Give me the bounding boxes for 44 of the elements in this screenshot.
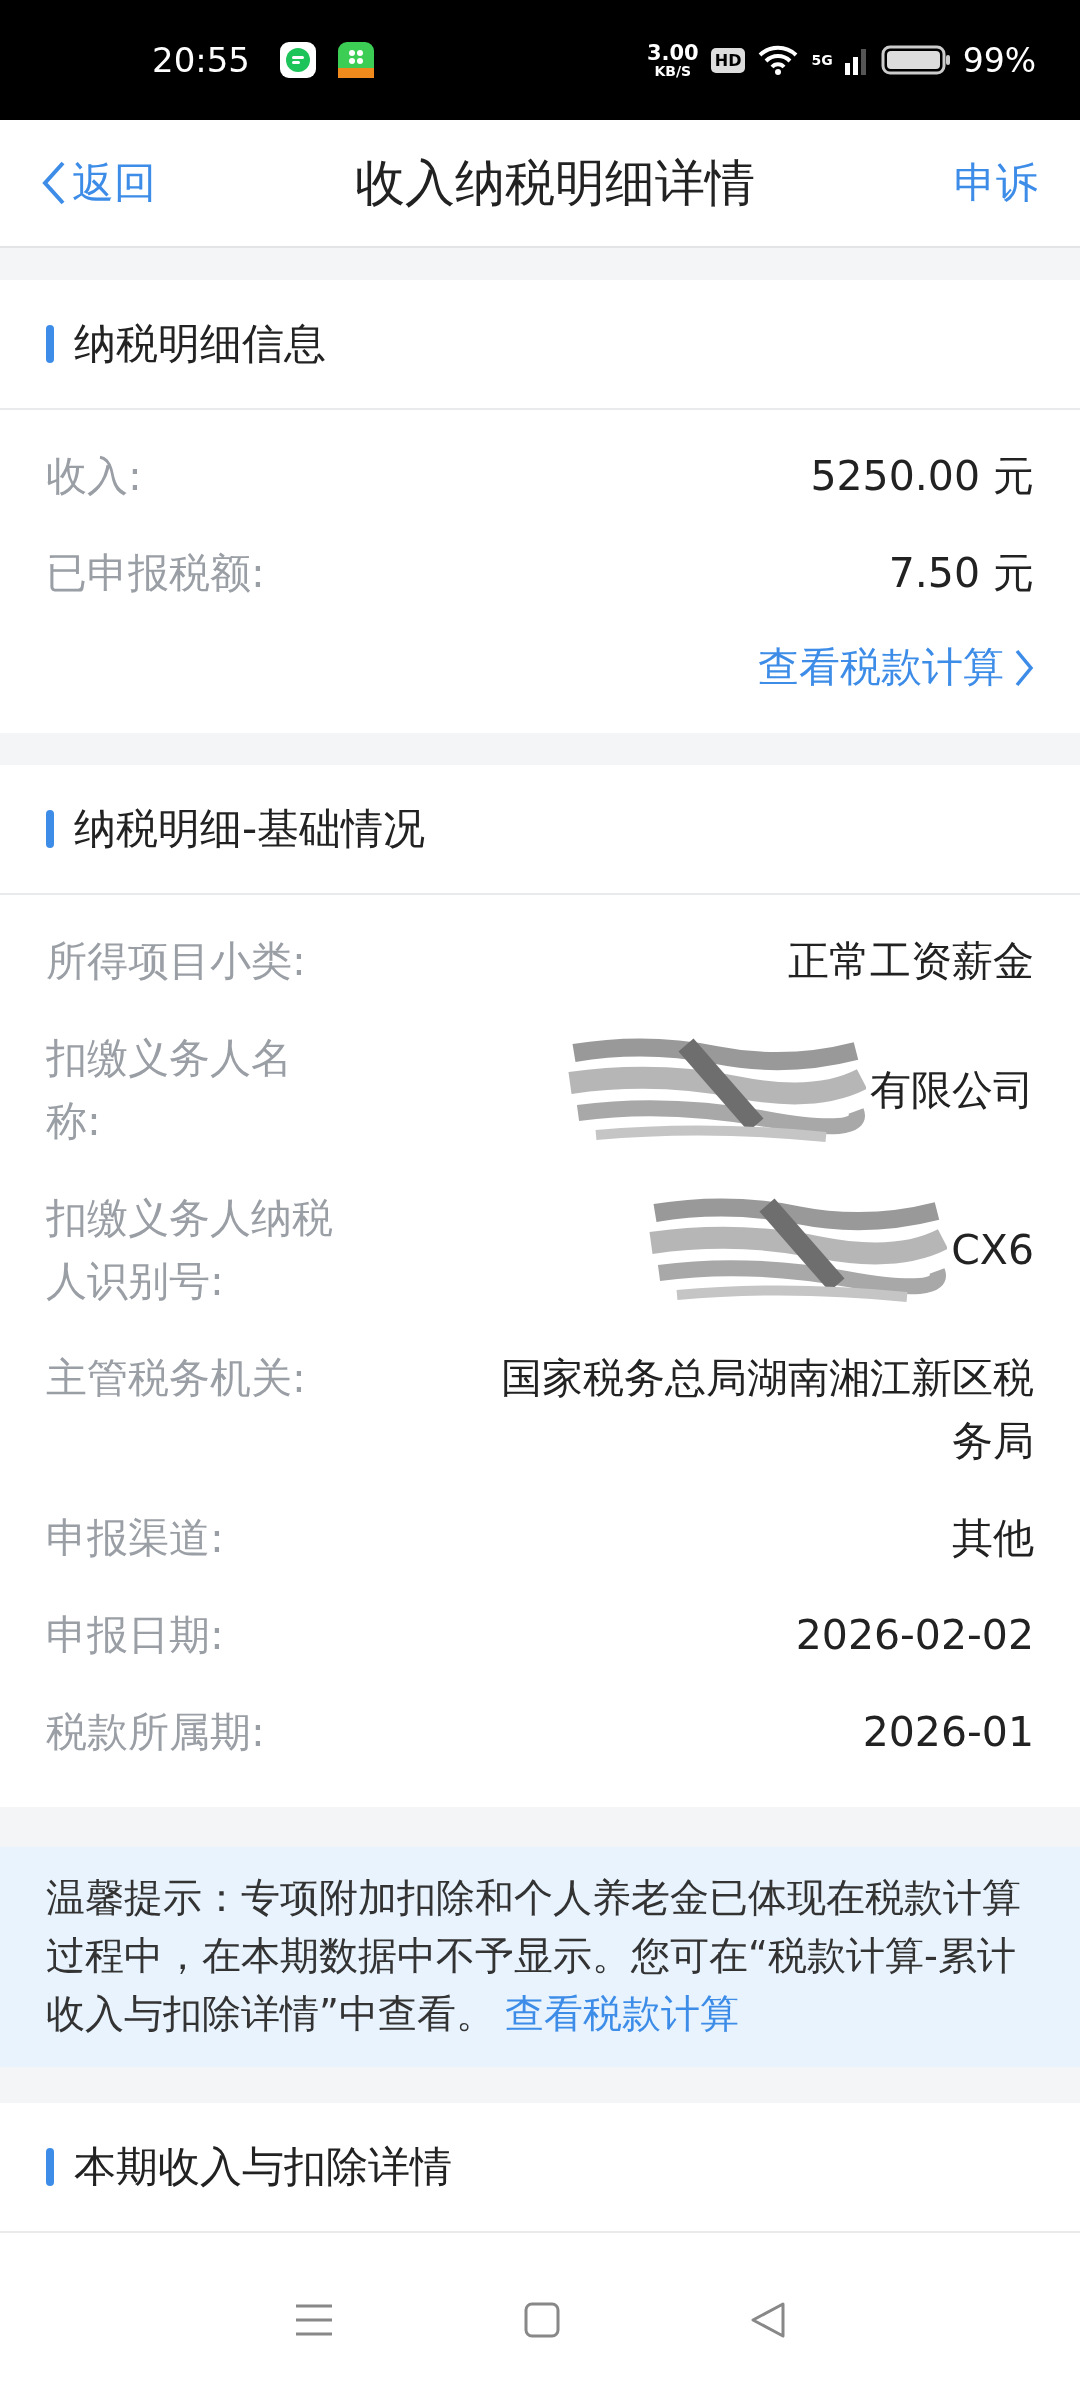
field-value: 5250.00 元 <box>810 451 1034 502</box>
field-value: 2026-01 <box>862 1707 1034 1758</box>
field-value: CX6 <box>951 1224 1034 1276</box>
field-value: 有限公司 <box>870 1064 1034 1116</box>
page-title: 收入纳税明细详情 <box>355 152 755 214</box>
back-button[interactable]: 返回 <box>42 155 156 211</box>
field-value: 7.50 元 <box>888 548 1034 599</box>
section-title: 本期收入与扣除详情 <box>74 2141 452 2193</box>
view-tax-calculation-link[interactable]: 查看税款计算 <box>504 1991 739 2036</box>
battery-icon <box>880 45 951 75</box>
field-label: 税款所属期: <box>46 1707 266 1758</box>
hd-badge: HD <box>710 47 746 73</box>
back-chevron-icon <box>42 161 66 205</box>
view-tax-calculation-link[interactable]: 查看税款计算 <box>758 640 1034 695</box>
battery-percentage: 99% <box>962 40 1036 80</box>
field-label: 扣缴义务人纳税人识别号: <box>46 1193 334 1307</box>
chat-app-icon <box>280 42 316 78</box>
appeal-button[interactable]: 申诉 <box>954 155 1038 211</box>
field-label: 收入: <box>46 451 143 502</box>
menu-icon[interactable] <box>294 2303 334 2337</box>
section-title: 纳税明细信息 <box>74 318 326 370</box>
field-label: 所得项目小类: <box>46 936 307 987</box>
section-accent-bar <box>46 810 54 848</box>
tip-text: 温馨提示：专项附加扣除和个人养老金已体现在税款计算过程中，在本期数据中不予显示。您可在“税款计算-累计收入与扣除详情”中查看。 查看税款计算 <box>46 1874 1022 2038</box>
field-label: 申报日期: <box>46 1610 225 1661</box>
field-value: 正常工资薪金 <box>788 936 1034 987</box>
back-icon[interactable] <box>750 2301 786 2339</box>
shopping-app-icon <box>338 42 374 78</box>
field-value: 其他 <box>952 1513 1034 1564</box>
clock-time: 20:55 <box>152 40 250 80</box>
wifi-icon <box>757 44 800 76</box>
field-label: 主管税务机关: <box>46 1353 307 1404</box>
field-label: 已申报税额: <box>46 548 266 599</box>
home-icon[interactable] <box>524 2302 560 2338</box>
network-speed: 3.00 KB/S <box>646 42 699 78</box>
section-accent-bar <box>46 2148 54 2186</box>
field-label: 申报渠道: <box>46 1513 225 1564</box>
section-title: 纳税明细-基础情况 <box>74 803 426 855</box>
network-type: 5G <box>811 52 833 68</box>
field-label: 扣缴义务人名称: <box>46 1033 293 1147</box>
chevron-right-icon <box>1014 647 1034 688</box>
field-value: 2026-02-02 <box>795 1610 1034 1661</box>
section-accent-bar <box>46 325 54 363</box>
field-value: 国家税务总局湖南湘江新区税务局 <box>500 1353 1034 1467</box>
